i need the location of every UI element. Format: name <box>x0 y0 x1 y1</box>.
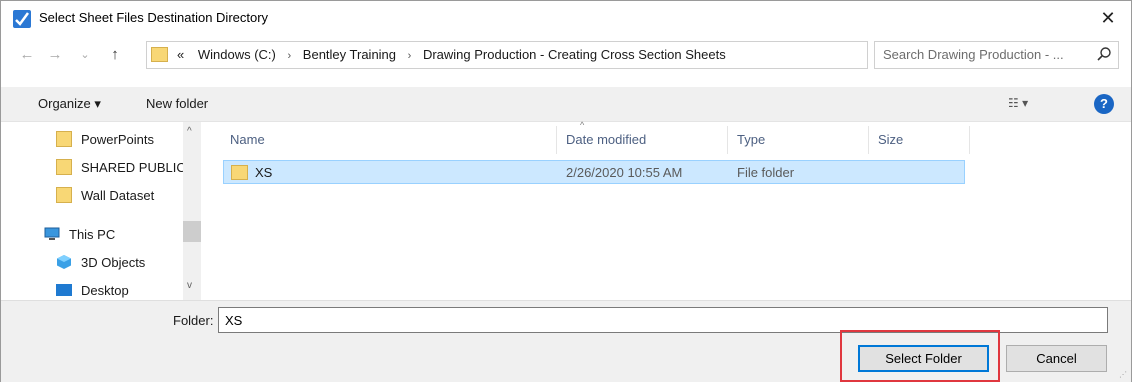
search-icon[interactable] <box>1096 46 1112 62</box>
new-folder-button[interactable]: New folder <box>146 96 208 111</box>
table-row[interactable]: XS 2/26/2020 10:55 AM File folder <box>223 160 965 184</box>
file-name: XS <box>255 165 273 180</box>
folder-icon <box>56 159 72 175</box>
computer-icon <box>44 227 60 240</box>
nav-scrollbar[interactable]: ^ v <box>183 122 201 300</box>
nav-item-label: SHARED PUBLIC <box>81 160 186 175</box>
help-icon[interactable]: ? <box>1094 94 1114 114</box>
nav-item-powerpoints[interactable]: PowerPoints <box>1 129 181 151</box>
breadcrumb-item-drawing-production[interactable]: Drawing Production - Creating Cross Sect… <box>423 47 726 62</box>
nav-item-desktop[interactable]: Desktop <box>1 280 181 300</box>
breadcrumb-item-drive[interactable]: Windows (C:) <box>198 47 276 62</box>
window-title: Select Sheet Files Destination Directory <box>39 10 269 25</box>
chevron-right-icon: › <box>287 50 292 62</box>
file-list[interactable]: ^ Name Date modified Type Size XS 2/26/2… <box>201 120 1131 300</box>
chevron-right-icon: › <box>407 50 412 62</box>
cancel-button[interactable]: Cancel <box>1006 345 1107 372</box>
nav-item-label: 3D Objects <box>81 255 146 270</box>
search-box[interactable]: Search Drawing Production - ... <box>874 41 1119 69</box>
column-header-size[interactable]: Size <box>878 132 903 147</box>
column-divider[interactable] <box>969 126 970 154</box>
column-divider[interactable] <box>868 126 869 154</box>
breadcrumb-overflow[interactable]: « <box>177 47 184 62</box>
sort-ascending-icon: ^ <box>580 120 585 130</box>
organize-button[interactable]: Organize ▾ <box>38 96 101 112</box>
column-header-date-modified[interactable]: Date modified <box>566 132 646 147</box>
breadcrumb: « Windows (C:) › Bentley Training › Draw… <box>177 47 726 62</box>
resize-grip-icon[interactable]: ⋰ <box>1119 370 1127 379</box>
scroll-down-icon[interactable]: v <box>187 280 192 291</box>
address-bar[interactable]: « Windows (C:) › Bentley Training › Draw… <box>146 41 995 69</box>
back-arrow-icon[interactable]: ← <box>18 45 36 65</box>
close-button[interactable]: ✕ <box>1085 1 1131 35</box>
title-bar: Select Sheet Files Destination Directory… <box>1 1 1131 35</box>
search-input[interactable]: Search Drawing Production - ... <box>883 47 1064 62</box>
column-header-type[interactable]: Type <box>737 132 765 147</box>
recent-locations-icon[interactable]: ⌄ <box>76 45 94 65</box>
desktop-icon <box>56 284 72 296</box>
file-type: File folder <box>737 165 795 180</box>
scroll-up-icon[interactable]: ^ <box>187 126 192 137</box>
breadcrumb-item-bentley-training[interactable]: Bentley Training <box>303 47 396 62</box>
folder-label: Folder: <box>173 313 214 328</box>
up-arrow-icon[interactable]: ↑ <box>106 45 124 65</box>
nav-item-label: Wall Dataset <box>81 188 155 203</box>
forward-arrow-icon[interactable]: → <box>46 45 64 65</box>
folder-icon <box>151 47 168 62</box>
navigation-pane[interactable]: PowerPoints SHARED PUBLIC Wall Dataset T… <box>1 122 201 300</box>
column-divider[interactable] <box>727 126 728 154</box>
highlight-annotation <box>840 330 1000 382</box>
dialog-window: Select Sheet Files Destination Directory… <box>0 0 1132 382</box>
folder-icon <box>231 165 248 180</box>
file-date-modified: 2/26/2020 10:55 AM <box>566 165 683 180</box>
cube-icon <box>57 255 71 269</box>
folder-icon <box>56 131 72 147</box>
folder-icon <box>56 187 72 203</box>
view-options-icon[interactable]: ☷ ▾ <box>1008 96 1028 110</box>
nav-item-shared-public[interactable]: SHARED PUBLIC <box>1 157 186 179</box>
nav-item-wall-dataset[interactable]: Wall Dataset <box>1 185 181 207</box>
nav-item-label: PowerPoints <box>81 132 154 147</box>
address-row: ← → ⌄ ↑ « Windows (C:) › Bentley Trainin… <box>1 39 1131 71</box>
command-bar: Organize ▾ New folder ☷ ▾ ? <box>1 87 1131 122</box>
scrollbar-thumb[interactable] <box>183 221 201 242</box>
app-icon <box>13 10 31 28</box>
nav-item-label: Desktop <box>81 283 129 298</box>
nav-item-label: This PC <box>69 227 116 242</box>
column-divider[interactable] <box>556 126 557 154</box>
nav-item-this-pc[interactable]: This PC <box>1 224 181 246</box>
column-header-name[interactable]: Name <box>230 132 265 147</box>
nav-item-3d-objects[interactable]: 3D Objects <box>1 252 181 274</box>
